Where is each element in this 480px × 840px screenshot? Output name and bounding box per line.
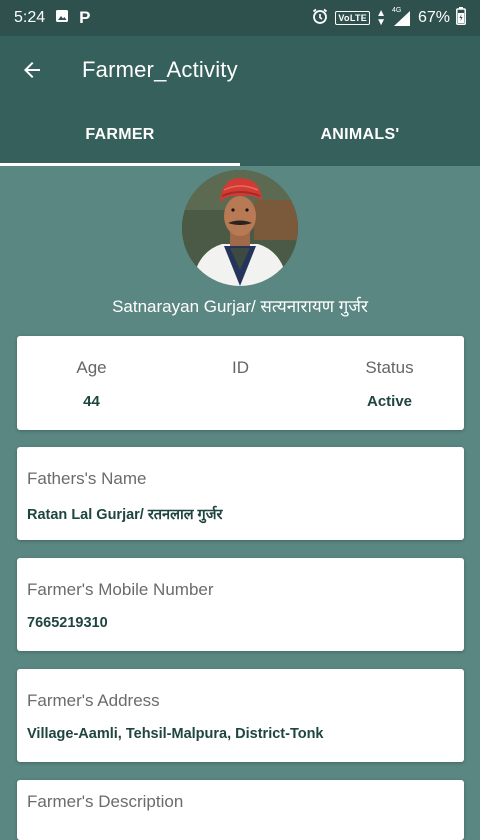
father-name-value: Ratan Lal Gurjar/ रतनलाल गुर्जर bbox=[27, 507, 223, 523]
tab-farmer[interactable]: FARMER bbox=[0, 104, 240, 166]
description-label: Farmer's Description bbox=[27, 792, 184, 811]
father-name-label: Fathers's Name bbox=[27, 469, 147, 488]
farmer-avatar bbox=[182, 170, 298, 286]
age-value: 44 bbox=[83, 393, 100, 410]
volte-badge: VoLTE bbox=[335, 11, 371, 25]
description-card: Farmer's Description bbox=[17, 780, 464, 840]
data-arrows-icon: ▲ ▼ bbox=[376, 8, 386, 28]
farmer-name: Satnarayan Gurjar/ सत्यनारायण गुर्जर bbox=[112, 297, 368, 316]
status-value: Active bbox=[366, 393, 413, 410]
address-label: Farmer's Address bbox=[27, 691, 160, 710]
address-value: Village-Aamli, Tehsil-Malpura, District-… bbox=[27, 726, 324, 742]
age-label: Age bbox=[76, 358, 107, 377]
status-time: 5:24 bbox=[14, 9, 46, 26]
battery-percent: 67% bbox=[417, 9, 450, 26]
age-stat: Age 44 bbox=[17, 336, 166, 430]
battery-icon bbox=[456, 6, 466, 30]
page-title: Farmer_Activity bbox=[82, 57, 238, 82]
alarm-icon bbox=[311, 7, 329, 30]
id-label: ID bbox=[232, 358, 249, 377]
tab-animals[interactable]: ANIMALS' bbox=[240, 104, 480, 166]
mobile-number-value: 7665219310 bbox=[27, 615, 108, 631]
mobile-number-label: Farmer's Mobile Number bbox=[27, 580, 214, 599]
status-bar: 5:24 P VoLTE ▲ ▼ 4G 67% bbox=[0, 0, 480, 36]
back-button[interactable] bbox=[0, 36, 66, 104]
id-stat: ID bbox=[166, 336, 315, 430]
address-card: Farmer's Address Village-Aamli, Tehsil-M… bbox=[17, 669, 464, 762]
app-bar: Farmer_Activity bbox=[0, 36, 480, 104]
image-icon bbox=[55, 9, 69, 28]
parking-p-icon: P bbox=[79, 8, 91, 27]
signal-icon: 4G bbox=[392, 7, 412, 27]
farmer-stats-card: Age 44 ID Status Active bbox=[17, 336, 464, 430]
arrow-back-icon bbox=[24, 62, 40, 78]
tab-bar: FARMER ANIMALS' bbox=[0, 104, 480, 166]
father-name-card: Fathers's Name Ratan Lal Gurjar/ रतनलाल … bbox=[17, 447, 464, 540]
status-stat: Status Active bbox=[315, 336, 464, 430]
status-label: Status bbox=[365, 358, 414, 377]
mobile-number-card: Farmer's Mobile Number 7665219310 bbox=[17, 558, 464, 651]
